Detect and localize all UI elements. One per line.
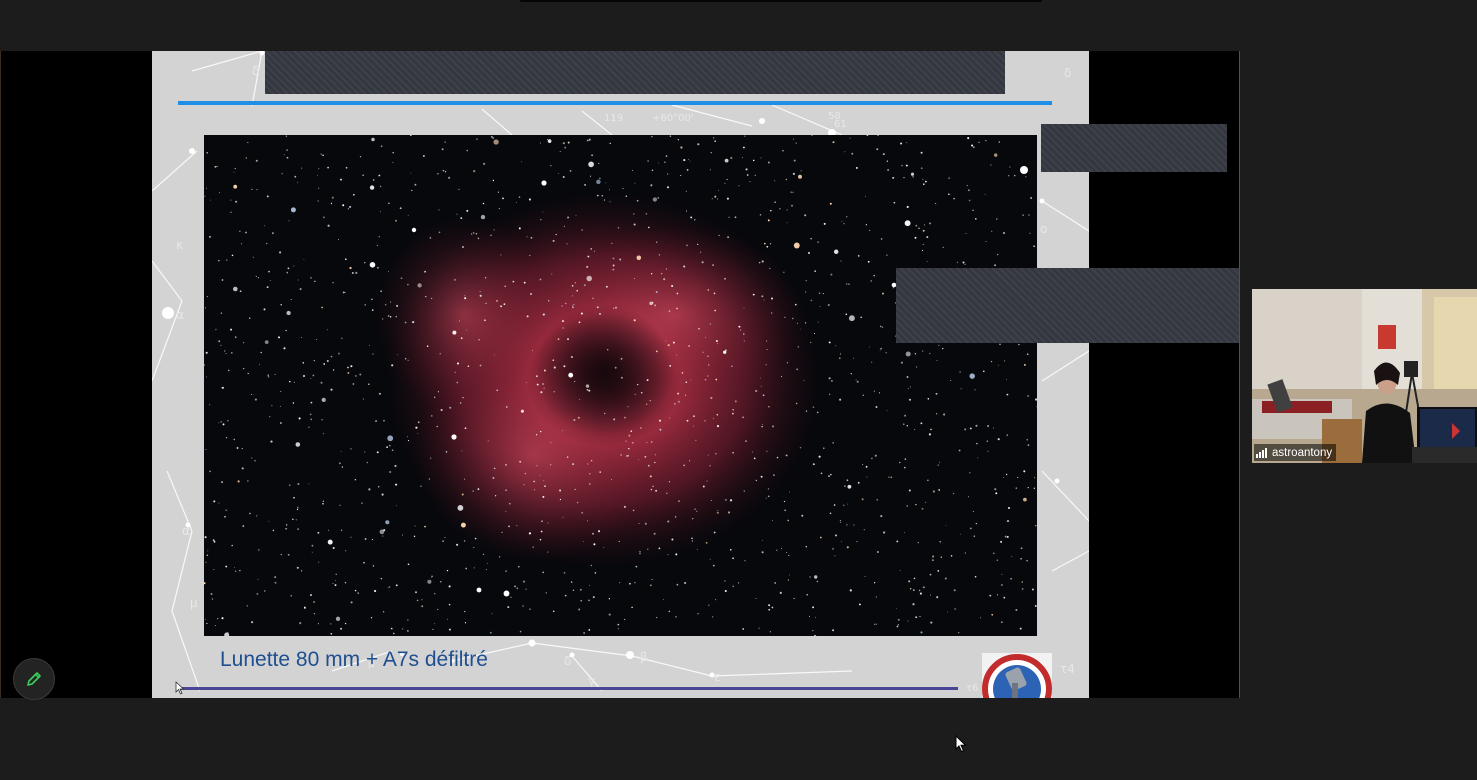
pencil-icon: [27, 672, 41, 686]
chart-label: μ: [190, 596, 198, 610]
chart-label: δ: [252, 64, 259, 78]
chart-label: γ: [588, 674, 595, 688]
chart-label: α: [182, 524, 190, 538]
chart-label: α: [176, 308, 184, 322]
slide-pointer-cursor-icon: [175, 681, 185, 698]
participant-name-tag: astroantony: [1254, 444, 1337, 461]
window-top-notch: [520, 0, 1042, 2]
chart-label: β: [640, 650, 648, 664]
mouse-cursor-icon: [955, 734, 967, 758]
chart-label: 61: [834, 119, 847, 130]
chart-label: δ: [564, 654, 571, 668]
chart-label: τ6: [966, 683, 978, 694]
redacted-block-right-small: [1041, 124, 1227, 172]
annotate-pencil-button[interactable]: [13, 658, 55, 700]
chart-label: ε: [714, 670, 721, 684]
participant-name: astroantony: [1272, 446, 1333, 459]
chart-label: +60°00': [652, 113, 694, 124]
slide-caption: Lunette 80 mm + A7s défiltré: [220, 648, 488, 671]
astronomy-club-logo: [982, 653, 1052, 698]
slide-top-rule: [178, 101, 1052, 105]
chart-label: 119: [604, 113, 623, 124]
participant-video-tile[interactable]: astroantony: [1252, 289, 1477, 463]
chart-label: ο: [1040, 222, 1047, 236]
screen-share-area: δ α α κ μ δ β γ ε 119 +60°00' 58 61 ο δ …: [0, 51, 1240, 698]
chart-label: τ4: [1060, 662, 1075, 676]
presentation-slide: δ α α κ μ δ β γ ε 119 +60°00' 58 61 ο δ …: [152, 51, 1089, 698]
redacted-block-top: [265, 51, 1005, 94]
chart-label: κ: [176, 238, 183, 252]
redacted-block-right-wide: [896, 268, 1239, 343]
slide-bottom-rule: [178, 687, 958, 690]
signal-bars-icon: [1256, 447, 1267, 458]
chart-label: δ: [1064, 66, 1071, 80]
rosette-nebula-photo: [204, 135, 1037, 636]
